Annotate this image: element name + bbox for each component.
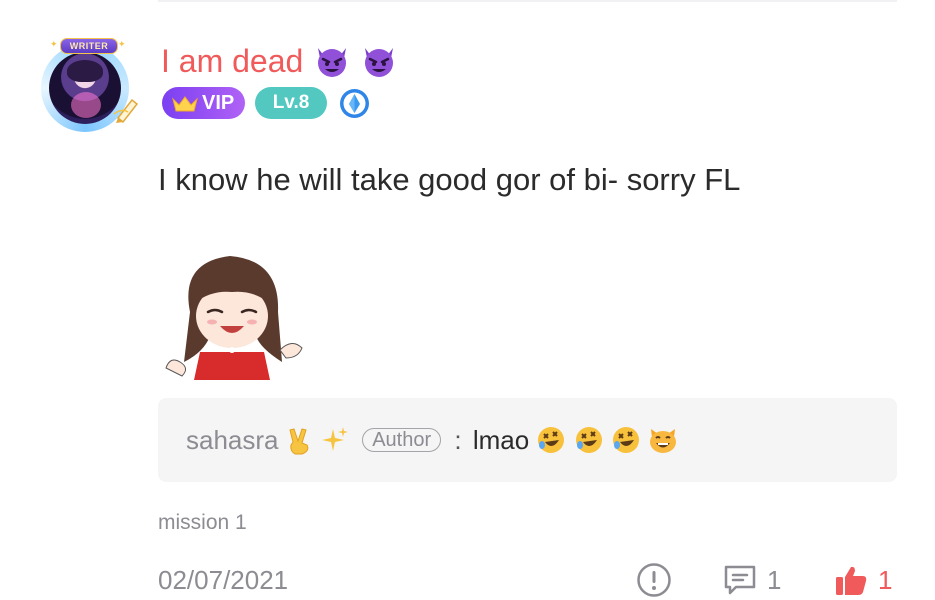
comment-card: ✦ WRITER ✦ I am dead VIP Lv.8 I know he … xyxy=(0,0,935,600)
reply-text: lmao xyxy=(472,425,530,455)
rofl-icon xyxy=(575,427,602,453)
reply-count: 1 xyxy=(767,565,782,595)
writer-badge: WRITER xyxy=(60,38,118,54)
mission-label: mission 1 xyxy=(158,511,247,534)
grinning-cat-icon xyxy=(650,429,677,453)
avatar[interactable]: ✦ WRITER ✦ xyxy=(38,38,139,134)
username-text: I am dead xyxy=(161,43,304,79)
comment-text: I know he will take good gor of bi- sorr… xyxy=(158,162,741,197)
author-tag: Author xyxy=(362,428,442,452)
username[interactable]: I am dead xyxy=(161,42,397,80)
rofl-icon xyxy=(612,427,639,453)
pen-icon xyxy=(113,98,139,124)
avatar-image xyxy=(49,52,121,124)
star-icon: ✦ xyxy=(50,39,58,49)
reply-line: sahasra Author : lmao xyxy=(186,422,678,458)
star-icon: ✦ xyxy=(118,39,126,49)
anime-girl-sticker-icon xyxy=(165,256,303,380)
reply-preview[interactable]: sahasra Author : lmao xyxy=(158,398,897,482)
level-badge[interactable]: Lv.8 xyxy=(255,87,327,119)
reply-separator: : xyxy=(454,425,462,455)
vip-badge[interactable]: VIP xyxy=(162,87,245,119)
comment-date: 02/07/2021 xyxy=(158,565,289,595)
like-count: 1 xyxy=(878,565,893,595)
devil-emoji-icon xyxy=(318,48,347,77)
victory-hand-icon xyxy=(289,428,309,455)
crown-icon xyxy=(172,96,198,112)
reply-username[interactable]: sahasra xyxy=(186,425,279,455)
diamond-tier-icon[interactable] xyxy=(339,88,370,119)
report-icon[interactable] xyxy=(636,562,672,598)
comment-icon xyxy=(724,565,756,595)
sparkles-icon xyxy=(321,427,348,451)
devil-emoji-icon xyxy=(365,48,394,77)
top-divider xyxy=(158,0,897,2)
rofl-icon xyxy=(538,427,565,453)
thumbs-up-icon xyxy=(836,566,867,595)
vip-label: VIP xyxy=(202,92,235,114)
